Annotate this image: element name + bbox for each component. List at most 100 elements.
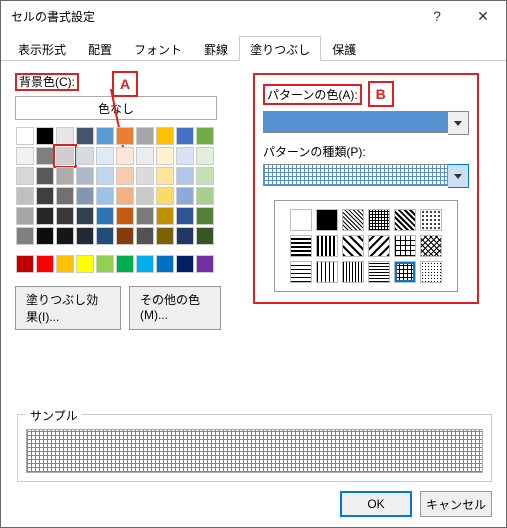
- color-swatch[interactable]: [116, 227, 134, 245]
- pattern-swatch[interactable]: [420, 209, 442, 231]
- cancel-button[interactable]: キャンセル: [420, 491, 492, 517]
- color-swatch[interactable]: [16, 227, 34, 245]
- color-swatch[interactable]: [16, 127, 34, 145]
- color-swatch[interactable]: [176, 147, 194, 165]
- pattern-swatch[interactable]: [368, 235, 390, 257]
- color-swatch[interactable]: [96, 127, 114, 145]
- pattern-swatch[interactable]: [316, 235, 338, 257]
- color-swatch[interactable]: [76, 147, 94, 165]
- color-swatch[interactable]: [156, 127, 174, 145]
- color-swatch[interactable]: [156, 167, 174, 185]
- color-swatch[interactable]: [136, 167, 154, 185]
- chevron-down-icon[interactable]: [448, 111, 469, 135]
- color-swatch[interactable]: [176, 167, 194, 185]
- color-swatch[interactable]: [156, 207, 174, 225]
- color-swatch[interactable]: [16, 147, 34, 165]
- color-swatch[interactable]: [196, 127, 214, 145]
- pattern-type-combo[interactable]: [263, 164, 469, 188]
- pattern-swatch[interactable]: [420, 261, 442, 283]
- pattern-swatch[interactable]: [290, 261, 312, 283]
- color-swatch[interactable]: [56, 187, 74, 205]
- pattern-swatch[interactable]: [342, 209, 364, 231]
- color-swatch[interactable]: [116, 167, 134, 185]
- color-swatch[interactable]: [196, 227, 214, 245]
- color-swatch[interactable]: [76, 127, 94, 145]
- tab-font[interactable]: フォント: [123, 36, 193, 61]
- color-swatch[interactable]: [156, 255, 174, 273]
- pattern-swatch[interactable]: [290, 235, 312, 257]
- color-swatch[interactable]: [36, 167, 54, 185]
- pattern-swatch[interactable]: [342, 261, 364, 283]
- pattern-swatch[interactable]: [342, 235, 364, 257]
- color-swatch[interactable]: [16, 187, 34, 205]
- color-swatch[interactable]: [16, 167, 34, 185]
- color-swatch[interactable]: [136, 187, 154, 205]
- more-colors-button[interactable]: その他の色(M)...: [129, 286, 221, 330]
- color-swatch[interactable]: [136, 255, 154, 273]
- pattern-swatch[interactable]: [394, 261, 416, 283]
- pattern-swatch[interactable]: [368, 209, 390, 231]
- no-color-button[interactable]: 色なし: [15, 96, 217, 120]
- color-swatch[interactable]: [176, 227, 194, 245]
- color-swatch[interactable]: [196, 167, 214, 185]
- color-swatch[interactable]: [76, 255, 94, 273]
- pattern-swatch[interactable]: [368, 261, 390, 283]
- color-swatch[interactable]: [56, 127, 74, 145]
- pattern-swatch[interactable]: [290, 209, 312, 231]
- pattern-swatch[interactable]: [420, 235, 442, 257]
- color-swatch[interactable]: [136, 127, 154, 145]
- color-swatch[interactable]: [156, 227, 174, 245]
- pattern-swatch[interactable]: [394, 235, 416, 257]
- color-swatch[interactable]: [76, 187, 94, 205]
- color-swatch[interactable]: [156, 187, 174, 205]
- color-swatch[interactable]: [136, 227, 154, 245]
- color-swatch[interactable]: [56, 207, 74, 225]
- color-swatch[interactable]: [116, 207, 134, 225]
- ok-button[interactable]: OK: [340, 491, 412, 517]
- help-button[interactable]: ?: [414, 1, 460, 31]
- tab-fill[interactable]: 塗りつぶし: [239, 36, 321, 61]
- color-swatch[interactable]: [96, 147, 114, 165]
- color-swatch[interactable]: [176, 207, 194, 225]
- color-swatch[interactable]: [116, 147, 134, 165]
- color-swatch[interactable]: [96, 207, 114, 225]
- color-swatch[interactable]: [16, 207, 34, 225]
- color-swatch[interactable]: [176, 187, 194, 205]
- color-swatch[interactable]: [116, 127, 134, 145]
- color-swatch[interactable]: [136, 147, 154, 165]
- pattern-swatch[interactable]: [316, 209, 338, 231]
- color-swatch[interactable]: [116, 255, 134, 273]
- color-swatch[interactable]: [36, 147, 54, 165]
- color-swatch[interactable]: [36, 207, 54, 225]
- color-swatch[interactable]: [96, 187, 114, 205]
- pattern-swatch[interactable]: [316, 261, 338, 283]
- color-swatch[interactable]: [176, 127, 194, 145]
- color-swatch[interactable]: [36, 227, 54, 245]
- color-swatch[interactable]: [76, 227, 94, 245]
- pattern-color-combo[interactable]: [263, 111, 469, 135]
- color-swatch[interactable]: [196, 147, 214, 165]
- color-swatch[interactable]: [196, 255, 214, 273]
- tab-alignment[interactable]: 配置: [77, 36, 123, 61]
- chevron-down-icon[interactable]: [448, 164, 469, 188]
- fill-effects-button[interactable]: 塗りつぶし効果(I)...: [15, 286, 121, 330]
- color-swatch[interactable]: [96, 227, 114, 245]
- tab-protection[interactable]: 保護: [321, 36, 367, 61]
- color-swatch[interactable]: [176, 255, 194, 273]
- color-swatch[interactable]: [36, 187, 54, 205]
- pattern-swatch[interactable]: [394, 209, 416, 231]
- color-swatch[interactable]: [116, 187, 134, 205]
- color-swatch[interactable]: [16, 255, 34, 273]
- color-swatch[interactable]: [156, 147, 174, 165]
- color-swatch[interactable]: [36, 255, 54, 273]
- color-swatch[interactable]: [96, 255, 114, 273]
- close-button[interactable]: ✕: [460, 1, 506, 31]
- color-swatch[interactable]: [56, 227, 74, 245]
- color-swatch[interactable]: [56, 147, 74, 165]
- color-swatch[interactable]: [76, 167, 94, 185]
- color-swatch[interactable]: [136, 207, 154, 225]
- color-swatch[interactable]: [56, 167, 74, 185]
- color-swatch[interactable]: [96, 167, 114, 185]
- tab-format[interactable]: 表示形式: [7, 36, 77, 61]
- color-swatch[interactable]: [76, 207, 94, 225]
